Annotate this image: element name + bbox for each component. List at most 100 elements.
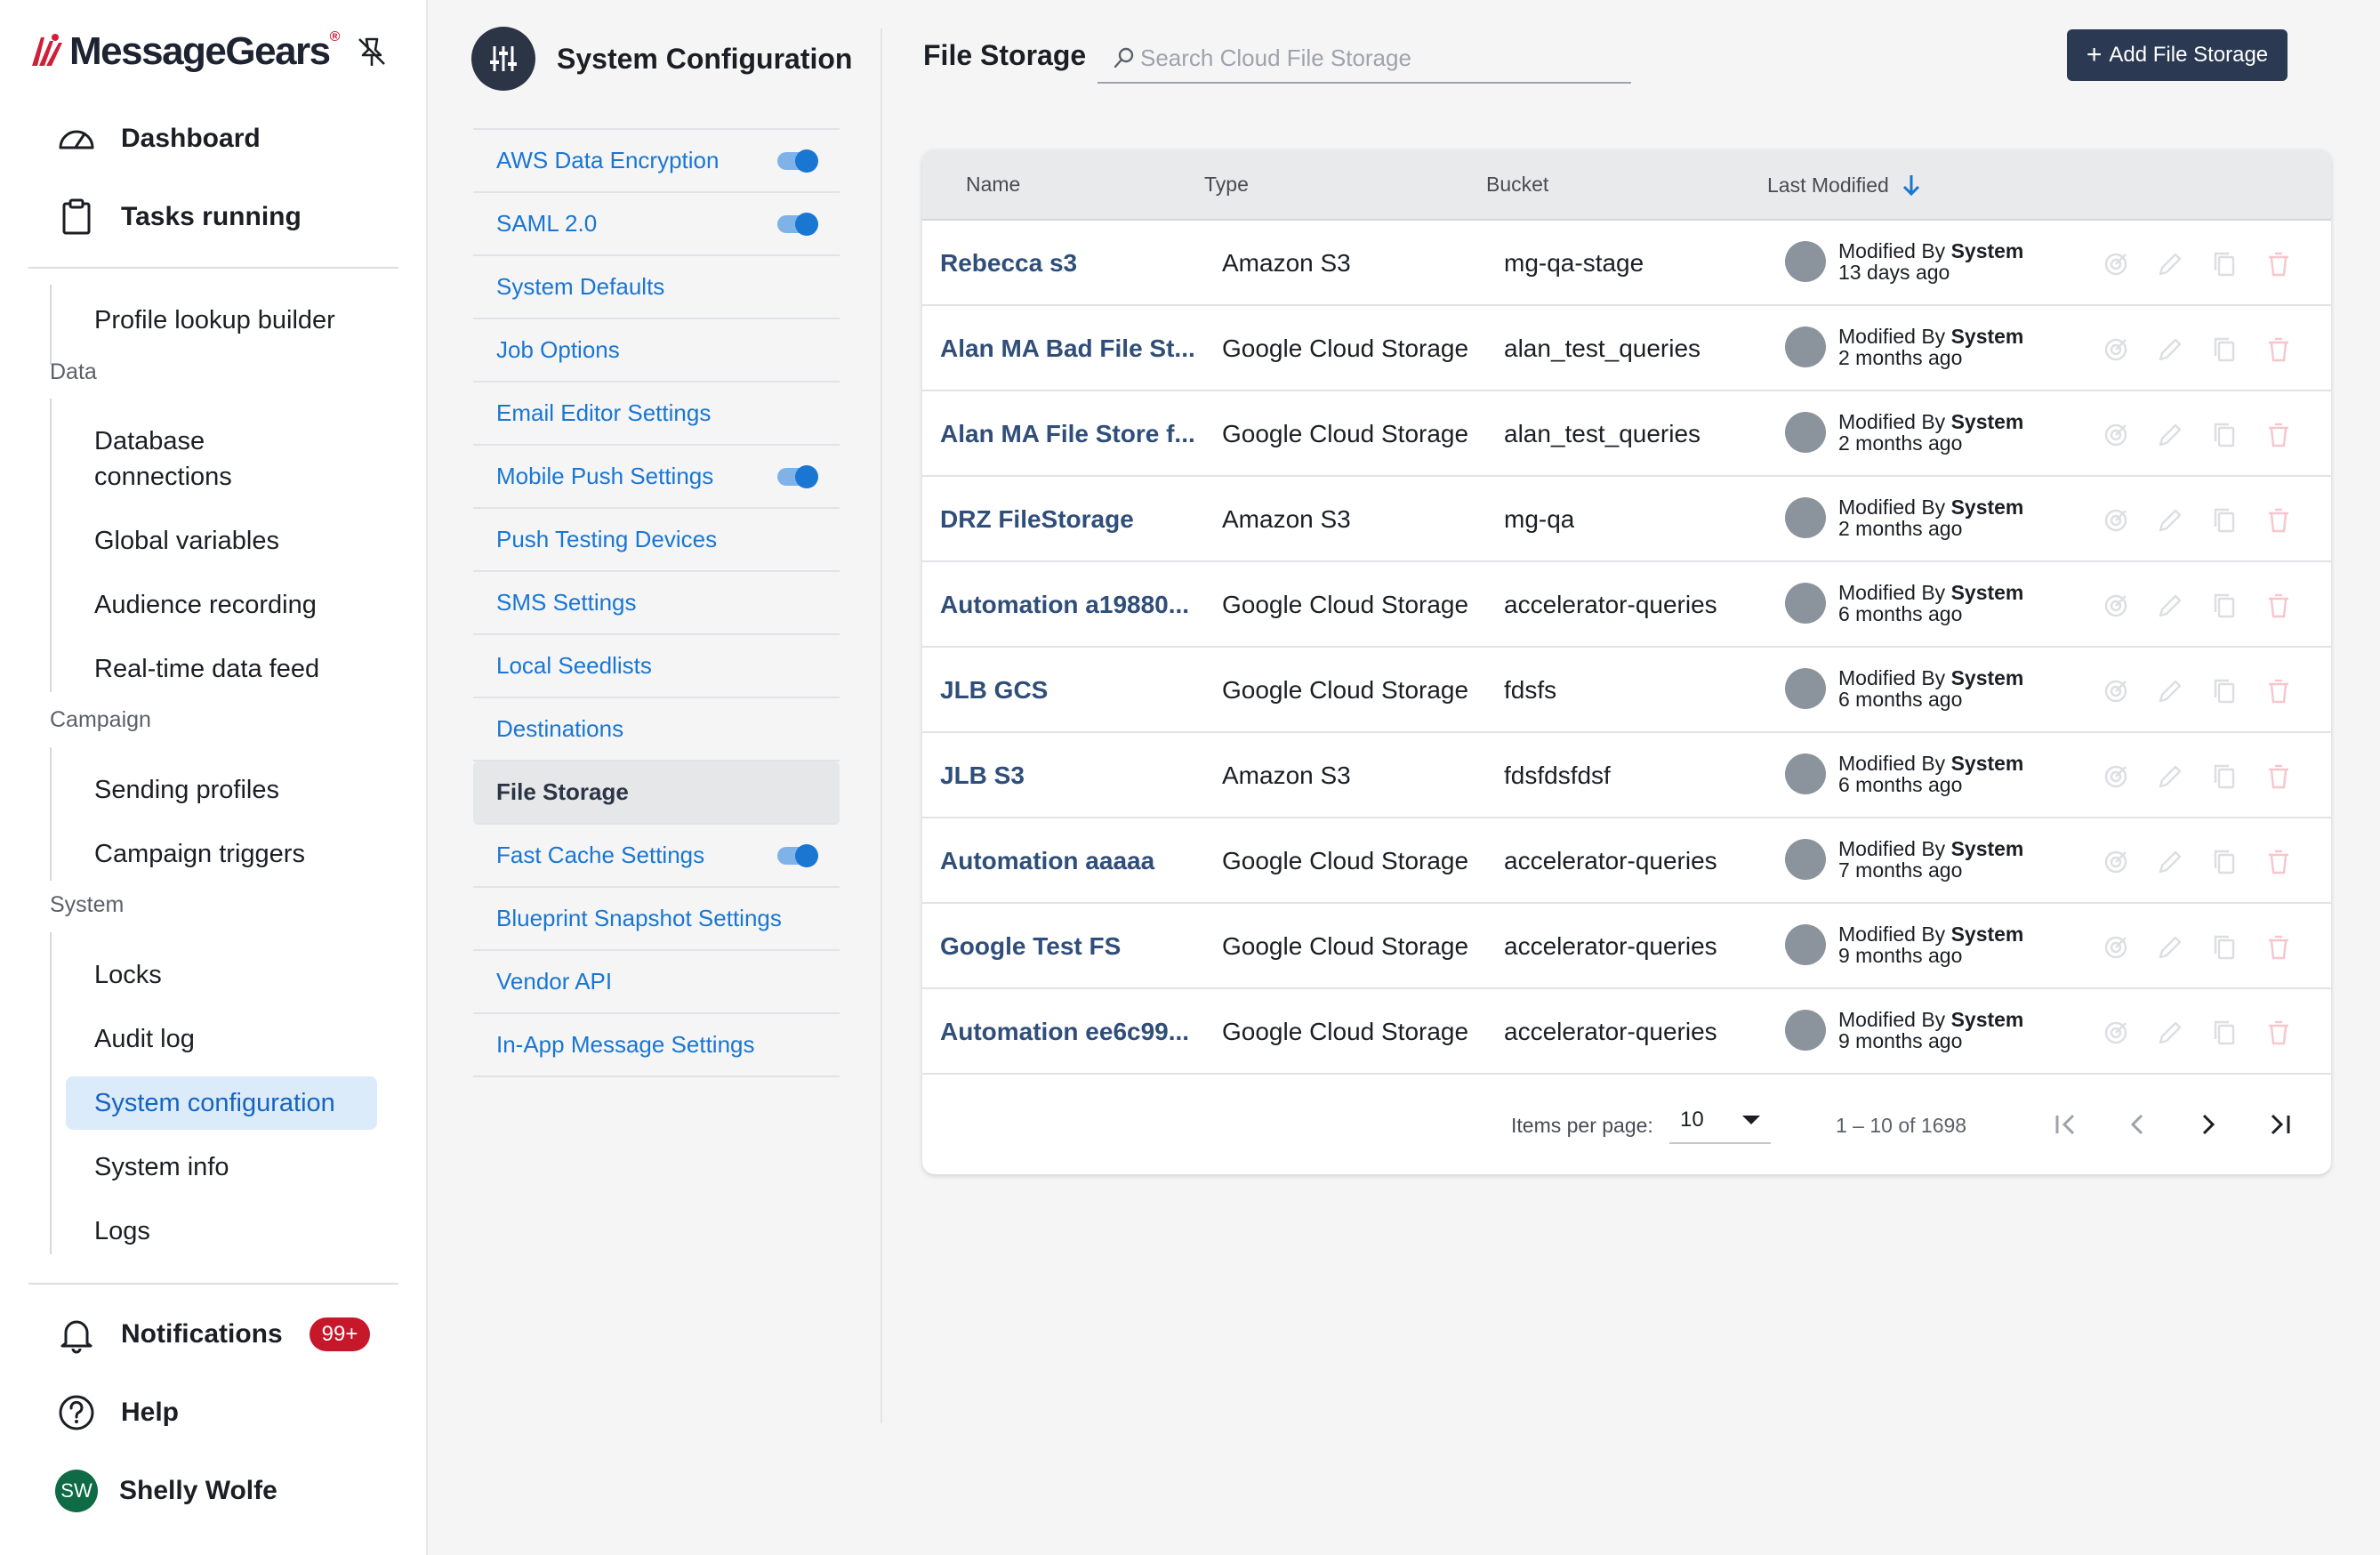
config-item-saml-2-0[interactable]: SAML 2.0 — [473, 193, 840, 256]
nav-notifications[interactable]: Notifications 99+ — [57, 1308, 371, 1361]
first-page-button[interactable] — [2045, 1103, 2087, 1146]
storage-name[interactable]: Alan MA Bad File St... — [940, 334, 1198, 363]
copy-icon[interactable] — [2209, 676, 2239, 706]
nav-system-configuration[interactable]: System configuration — [66, 1076, 377, 1130]
trash-icon[interactable] — [2263, 249, 2294, 279]
pencil-icon[interactable] — [2155, 1018, 2185, 1048]
table-row[interactable]: Automation ee6c99... Google Cloud Storage… — [922, 989, 2331, 1075]
nav-database-connections[interactable]: Database connections — [66, 415, 377, 504]
storage-name[interactable]: Alan MA File Store f... — [940, 420, 1198, 448]
config-item-system-defaults[interactable]: System Defaults — [473, 256, 840, 319]
nav-campaign-triggers[interactable]: Campaign triggers — [66, 827, 377, 881]
config-item-sms-settings[interactable]: SMS Settings — [473, 572, 840, 635]
trash-icon[interactable] — [2263, 1018, 2294, 1048]
table-row[interactable]: JLB S3 Amazon S3 fdsfdsfdsf Modified By Sys… — [922, 733, 2331, 818]
trash-icon[interactable] — [2263, 591, 2294, 621]
config-item-aws-data-encryption[interactable]: AWS Data Encryption — [473, 130, 840, 193]
copy-icon[interactable] — [2209, 847, 2239, 877]
config-item-mobile-push-settings[interactable]: Mobile Push Settings — [473, 446, 840, 509]
copy-icon[interactable] — [2209, 761, 2239, 792]
copy-icon[interactable] — [2209, 1018, 2239, 1048]
storage-name[interactable]: JLB GCS — [940, 676, 1198, 705]
table-row[interactable]: Alan MA File Store f... Google Cloud Stor… — [922, 391, 2331, 477]
nav-system-info[interactable]: System info — [66, 1140, 377, 1194]
table-row[interactable]: Google Test FS Google Cloud Storage accele… — [922, 904, 2331, 989]
last-page-button[interactable] — [2258, 1103, 2301, 1146]
nav-help[interactable]: Help — [57, 1386, 179, 1439]
target-icon[interactable] — [2101, 676, 2131, 706]
nav-logs[interactable]: Logs — [66, 1205, 377, 1258]
target-icon[interactable] — [2101, 932, 2131, 963]
add-file-storage-button[interactable]: + Add File Storage — [2067, 29, 2288, 81]
next-page-button[interactable] — [2187, 1103, 2230, 1146]
nav-tasks-running[interactable]: Tasks running — [57, 190, 302, 244]
storage-name[interactable]: Rebecca s3 — [940, 249, 1198, 278]
config-item-blueprint-snapshot-settings[interactable]: Blueprint Snapshot Settings — [473, 888, 840, 951]
storage-name[interactable]: Automation ee6c99... — [940, 1018, 1198, 1046]
pencil-icon[interactable] — [2155, 420, 2185, 450]
copy-icon[interactable] — [2209, 591, 2239, 621]
toggle-switch[interactable] — [777, 212, 818, 236]
pencil-icon[interactable] — [2155, 761, 2185, 792]
config-item-local-seedlists[interactable]: Local Seedlists — [473, 635, 840, 698]
table-row[interactable]: Automation aaaaa Google Cloud Storage acce… — [922, 818, 2331, 904]
toggle-switch[interactable] — [777, 149, 818, 173]
nav-locks[interactable]: Locks — [66, 948, 377, 1002]
table-row[interactable]: Alan MA Bad File St... Google Cloud Stora… — [922, 306, 2331, 391]
trash-icon[interactable] — [2263, 676, 2294, 706]
target-icon[interactable] — [2101, 591, 2131, 621]
search-box[interactable] — [1098, 34, 1631, 84]
target-icon[interactable] — [2101, 505, 2131, 536]
table-row[interactable]: JLB GCS Google Cloud Storage fdsfs Modified… — [922, 648, 2331, 733]
target-icon[interactable] — [2101, 420, 2131, 450]
config-item-fast-cache-settings[interactable]: Fast Cache Settings — [473, 825, 840, 888]
trash-icon[interactable] — [2263, 932, 2294, 963]
trash-icon[interactable] — [2263, 334, 2294, 365]
pencil-icon[interactable] — [2155, 676, 2185, 706]
items-per-page-select[interactable]: 10 — [1669, 1098, 1771, 1144]
pencil-icon[interactable] — [2155, 591, 2185, 621]
copy-icon[interactable] — [2209, 420, 2239, 450]
storage-name[interactable]: DRZ FileStorage — [940, 505, 1198, 534]
nav-user-profile[interactable]: SW Shelly Wolfe — [55, 1464, 277, 1518]
nav-real-time-data-feed[interactable]: Real-time data feed — [66, 642, 377, 696]
config-item-push-testing-devices[interactable]: Push Testing Devices — [473, 509, 840, 572]
trash-icon[interactable] — [2263, 761, 2294, 792]
toggle-switch[interactable] — [777, 464, 818, 488]
brand-logo[interactable]: MessageGears® — [28, 25, 340, 78]
target-icon[interactable] — [2101, 334, 2131, 365]
nav-global-variables[interactable]: Global variables — [66, 514, 377, 568]
column-header-last-modified[interactable]: Last Modified — [1767, 173, 1923, 197]
target-icon[interactable] — [2101, 249, 2131, 279]
column-header-type[interactable]: Type — [1204, 173, 1249, 197]
config-item-in-app-message-settings[interactable]: In-App Message Settings — [473, 1014, 840, 1077]
column-header-bucket[interactable]: Bucket — [1486, 173, 1548, 197]
pencil-icon[interactable] — [2155, 249, 2185, 279]
copy-icon[interactable] — [2209, 334, 2239, 365]
config-item-file-storage[interactable]: File Storage — [473, 761, 840, 825]
previous-page-button[interactable] — [2116, 1103, 2159, 1146]
config-item-destinations[interactable]: Destinations — [473, 698, 840, 761]
target-icon[interactable] — [2101, 761, 2131, 792]
nav-profile-lookup-builder[interactable]: Profile lookup builder — [66, 294, 377, 347]
table-row[interactable]: DRZ FileStorage Amazon S3 mg-qa Modified By… — [922, 477, 2331, 562]
toggle-switch[interactable] — [777, 843, 818, 867]
pencil-icon[interactable] — [2155, 505, 2185, 536]
table-row[interactable]: Automation a19880... Google Cloud Storage… — [922, 562, 2331, 648]
table-row[interactable]: Rebecca s3 Amazon S3 mg-qa-stage Modified B… — [922, 221, 2331, 306]
trash-icon[interactable] — [2263, 420, 2294, 450]
copy-icon[interactable] — [2209, 932, 2239, 963]
config-item-job-options[interactable]: Job Options — [473, 319, 840, 383]
target-icon[interactable] — [2101, 1018, 2131, 1048]
storage-name[interactable]: JLB S3 — [940, 761, 1198, 790]
pencil-icon[interactable] — [2155, 334, 2185, 365]
column-header-name[interactable]: Name — [966, 173, 1020, 197]
trash-icon[interactable] — [2263, 505, 2294, 536]
nav-audience-recording[interactable]: Audience recording — [66, 578, 377, 632]
storage-name[interactable]: Google Test FS — [940, 932, 1198, 961]
target-icon[interactable] — [2101, 847, 2131, 877]
pencil-icon[interactable] — [2155, 847, 2185, 877]
nav-dashboard[interactable]: Dashboard — [57, 112, 261, 165]
config-item-vendor-api[interactable]: Vendor API — [473, 951, 840, 1014]
trash-icon[interactable] — [2263, 847, 2294, 877]
